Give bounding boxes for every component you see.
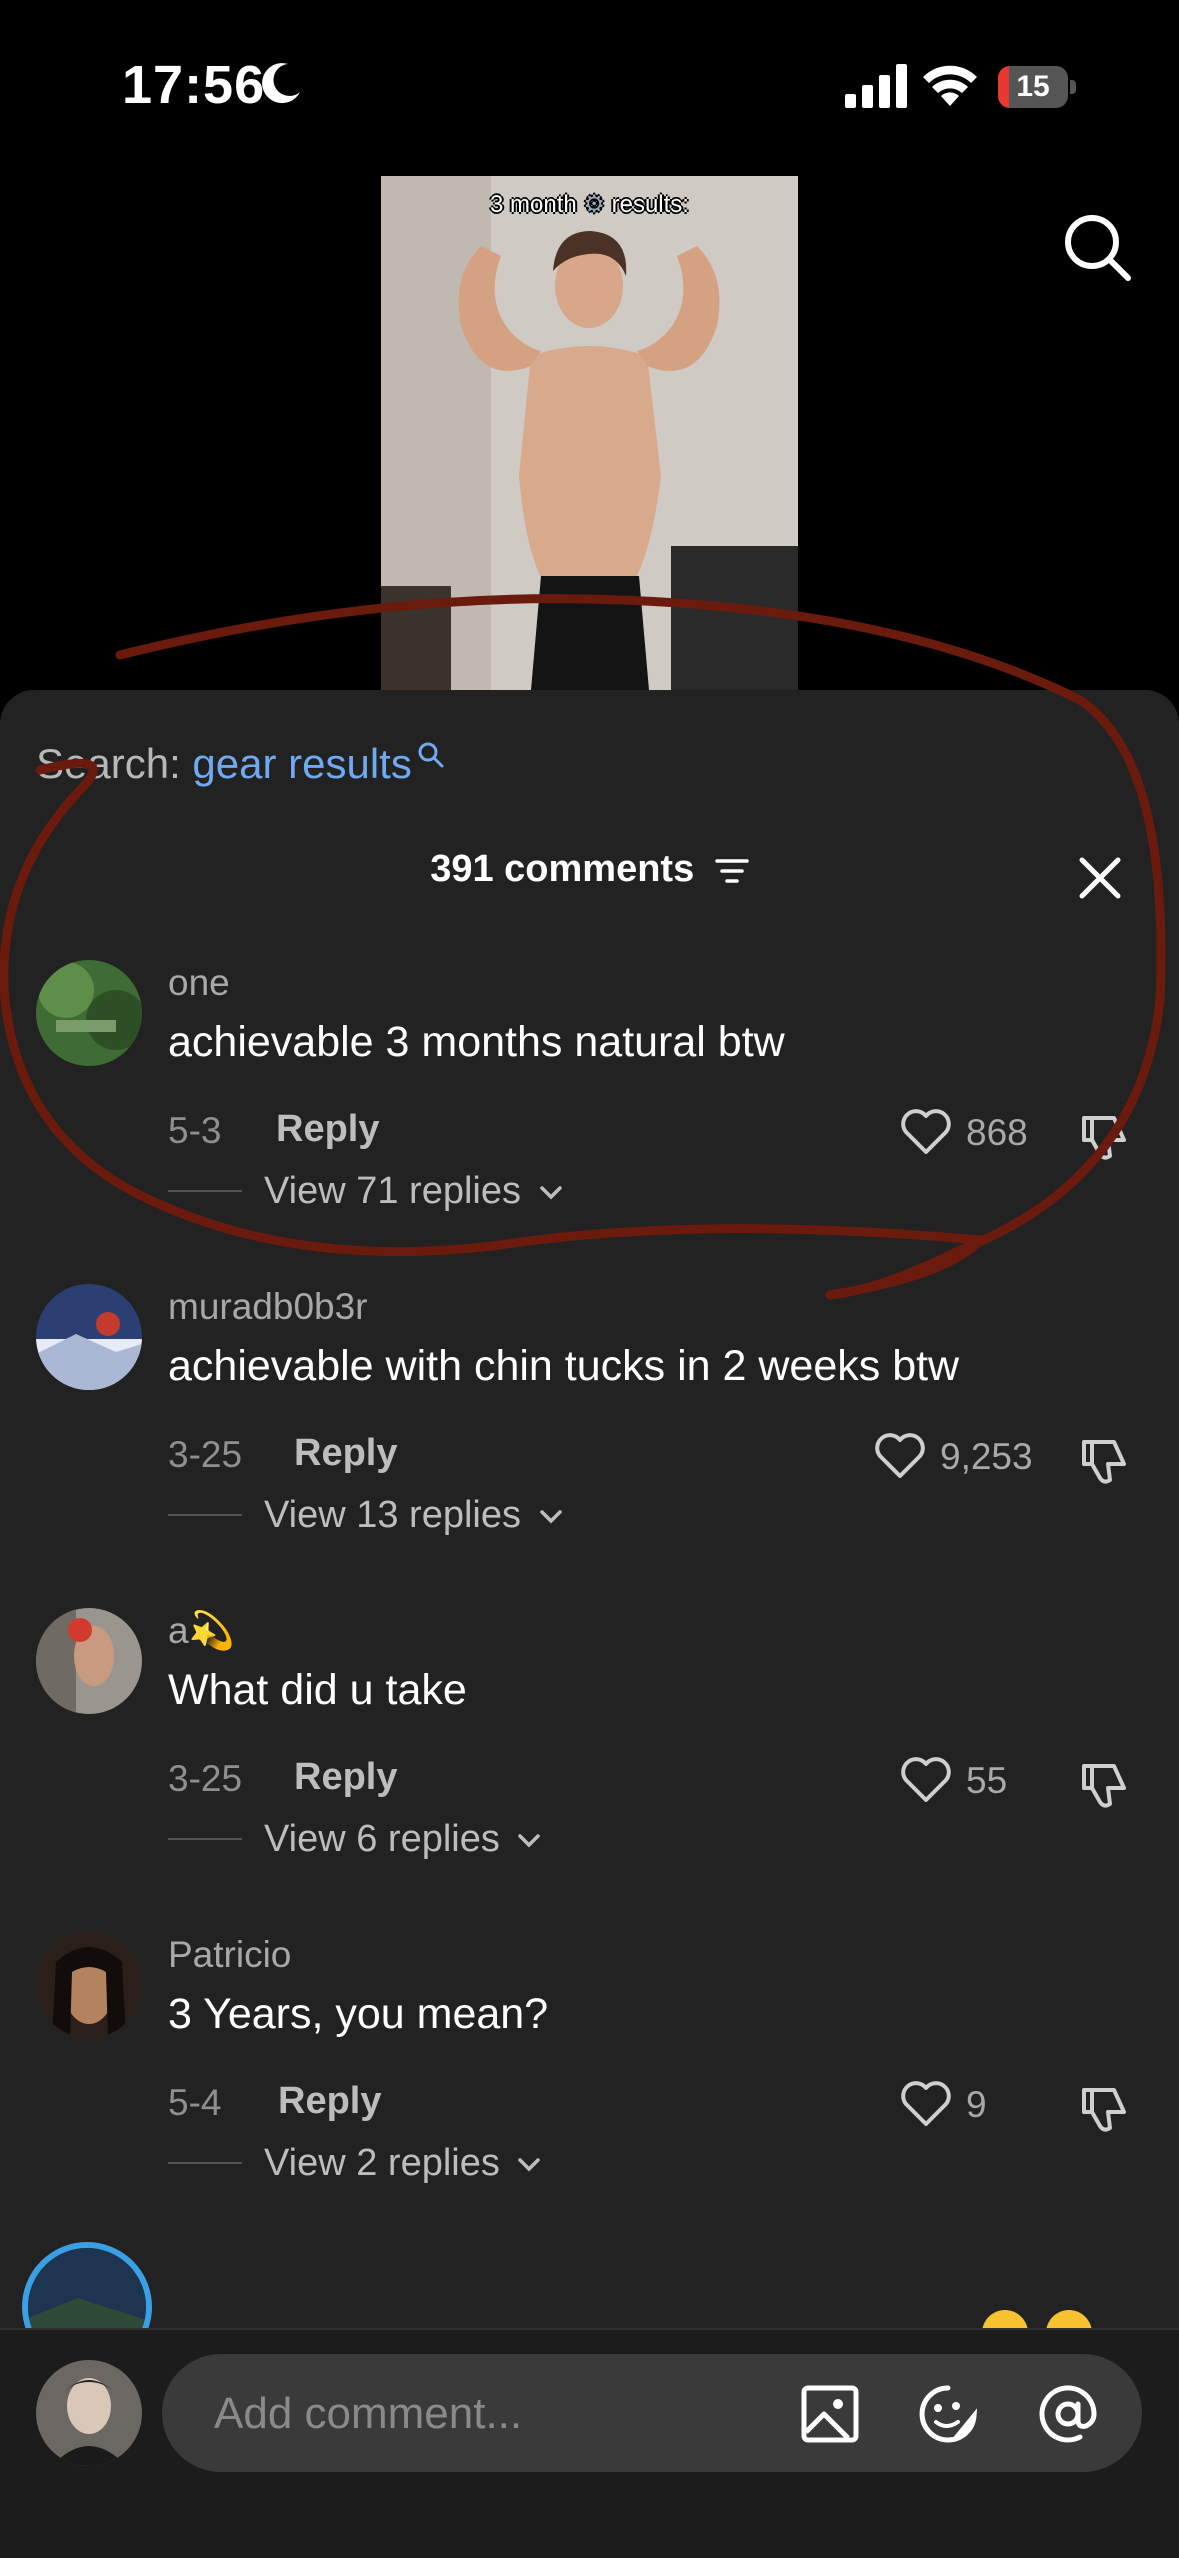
battery-level: 15: [1016, 70, 1050, 103]
avatar[interactable]: [36, 1932, 142, 2038]
like-count: 9: [966, 2084, 987, 2125]
comment-item: muradb0b3r achievable with chin tucks in…: [0, 1284, 1179, 1604]
reply-button[interactable]: Reply: [278, 2080, 381, 2123]
view-replies-button[interactable]: View 13 replies: [264, 1494, 564, 1537]
comment-text: What did u take: [168, 1666, 467, 1714]
mention-icon[interactable]: [1036, 2382, 1100, 2446]
close-icon[interactable]: [1076, 854, 1124, 902]
comment-item: one achievable 3 months natural btw 5-3 …: [0, 960, 1179, 1280]
image-icon[interactable]: [798, 2382, 862, 2446]
view-replies-button[interactable]: View 71 replies: [264, 1170, 564, 1213]
comment-item: a💫 What did u take 3-25 Reply 55 View 6 …: [0, 1608, 1179, 1928]
heart-icon[interactable]: [900, 1108, 952, 1156]
comment-date: 5-3: [168, 1110, 222, 1151]
battery-indicator: 15: [998, 66, 1076, 108]
comment-text: achievable 3 months natural btw: [168, 1018, 785, 1066]
search-suggestion[interactable]: Search: gear results: [36, 740, 446, 788]
comment-text: 3 Years, you mean?: [168, 1990, 549, 2038]
search-mini-icon: [418, 742, 444, 768]
dislike-icon[interactable]: [1078, 2082, 1132, 2136]
my-avatar[interactable]: [36, 2360, 142, 2466]
view-replies-button[interactable]: View 2 replies: [264, 2142, 542, 2185]
avatar[interactable]: [36, 1608, 142, 1714]
cellular-signal-icon: [845, 64, 907, 108]
video-frame-image: [381, 176, 798, 690]
reply-button[interactable]: Reply: [276, 1108, 379, 1151]
search-label: Search:: [36, 740, 181, 787]
search-icon[interactable]: [1060, 210, 1132, 282]
heart-icon[interactable]: [900, 1756, 952, 1804]
gear-emoji-icon: ⚙: [583, 191, 605, 218]
comment-item: Patricio 3 Years, you mean? 5-4 Reply 9 …: [0, 1932, 1179, 2252]
search-term-link[interactable]: gear results: [192, 740, 411, 787]
wifi-icon: [923, 65, 977, 106]
like-count: 55: [966, 1760, 1008, 1801]
heart-icon[interactable]: [874, 1432, 926, 1480]
like-count: 9,253: [940, 1436, 1033, 1477]
avatar[interactable]: [36, 1284, 142, 1390]
status-time: 17:56: [122, 55, 266, 115]
chevron-down-icon: [539, 1186, 562, 1200]
moon-icon: [262, 63, 300, 104]
sticker-icon[interactable]: [916, 2382, 980, 2446]
chevron-down-icon: [518, 2158, 541, 2172]
comment-date: 3-25: [168, 1758, 243, 1799]
comment-composer: [0, 2328, 1179, 2558]
dislike-icon[interactable]: [1078, 1758, 1132, 1812]
comment-count-sort[interactable]: 391 comments: [0, 848, 1179, 891]
video-caption: 3 month ⚙ results:: [490, 191, 689, 218]
comments-sheet: Search: gear results 391 comments one ac…: [0, 690, 1179, 2556]
comment-username[interactable]: muradb0b3r: [168, 1286, 368, 1328]
dislike-icon[interactable]: [1078, 1110, 1132, 1164]
heart-icon[interactable]: [900, 2080, 952, 2128]
chevron-down-icon: [539, 1510, 562, 1524]
comment-count: 391 comments: [430, 848, 695, 890]
comment-username[interactable]: one: [168, 962, 230, 1004]
sort-filter-icon[interactable]: [715, 857, 749, 885]
comment-input[interactable]: [212, 2354, 776, 2474]
chevron-down-icon: [518, 1834, 541, 1848]
dislike-icon[interactable]: [1078, 1434, 1132, 1488]
comment-input-pill[interactable]: [162, 2354, 1142, 2474]
comment-username[interactable]: a💫: [168, 1610, 235, 1653]
comment-username[interactable]: Patricio: [168, 1934, 291, 1976]
like-count: 868: [966, 1112, 1028, 1153]
view-replies-button[interactable]: View 6 replies: [264, 1818, 542, 1861]
reply-button[interactable]: Reply: [294, 1756, 397, 1799]
video-preview[interactable]: 3 month ⚙ results:: [381, 176, 798, 690]
comment-date: 5-4: [168, 2082, 222, 2123]
comment-date: 3-25: [168, 1434, 243, 1475]
avatar[interactable]: [36, 960, 142, 1066]
reply-button[interactable]: Reply: [294, 1432, 397, 1475]
comment-text: achievable with chin tucks in 2 weeks bt…: [168, 1342, 960, 1390]
